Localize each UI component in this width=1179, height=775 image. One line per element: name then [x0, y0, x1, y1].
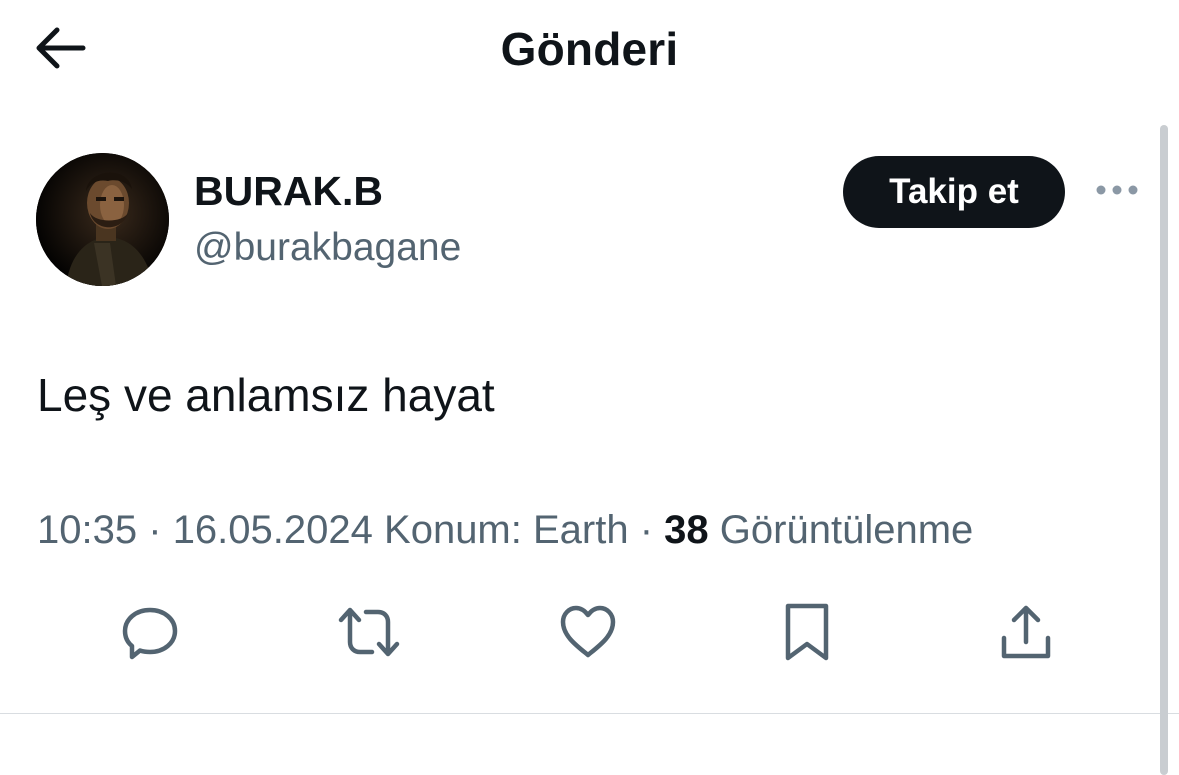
page-title: Gönderi — [500, 23, 679, 75]
post-meta: 10:35 · 16.05.2024 Konum: Earth · 38 Gör… — [37, 508, 973, 553]
retweet-button[interactable] — [333, 598, 405, 670]
more-dots-icon — [1095, 183, 1139, 201]
meta-separator: · — [148, 508, 162, 552]
action-bar — [0, 598, 1160, 670]
share-icon — [996, 602, 1056, 667]
post-location: Konum: Earth — [384, 508, 629, 552]
views-label[interactable]: Görüntülenme — [720, 508, 973, 552]
reply-button[interactable] — [114, 598, 186, 670]
follow-button[interactable]: Takip et — [843, 156, 1065, 228]
reply-icon — [120, 602, 180, 667]
share-button[interactable] — [990, 598, 1062, 670]
post-text: Leş ve anlamsız hayat — [37, 369, 495, 421]
username-handle[interactable]: @burakbagane — [194, 226, 461, 270]
header: Gönderi — [0, 0, 1179, 100]
more-options-button[interactable] — [1090, 172, 1144, 212]
bookmark-icon — [782, 600, 832, 669]
divider — [0, 713, 1179, 714]
post-page: Gönderi BURAK.B @burakbagane Takip et Le… — [0, 0, 1179, 775]
heart-icon — [557, 603, 619, 666]
like-button[interactable] — [552, 598, 624, 670]
views-count[interactable]: 38 — [664, 508, 709, 552]
avatar[interactable] — [36, 153, 169, 286]
meta-separator: · — [639, 508, 654, 552]
bookmark-button[interactable] — [771, 598, 843, 670]
post-date[interactable]: 16.05.2024 — [173, 508, 373, 552]
scrollbar[interactable] — [1160, 125, 1168, 775]
display-name[interactable]: BURAK.B — [194, 168, 383, 215]
post-time[interactable]: 10:35 — [37, 508, 137, 552]
retweet-icon — [336, 602, 402, 667]
